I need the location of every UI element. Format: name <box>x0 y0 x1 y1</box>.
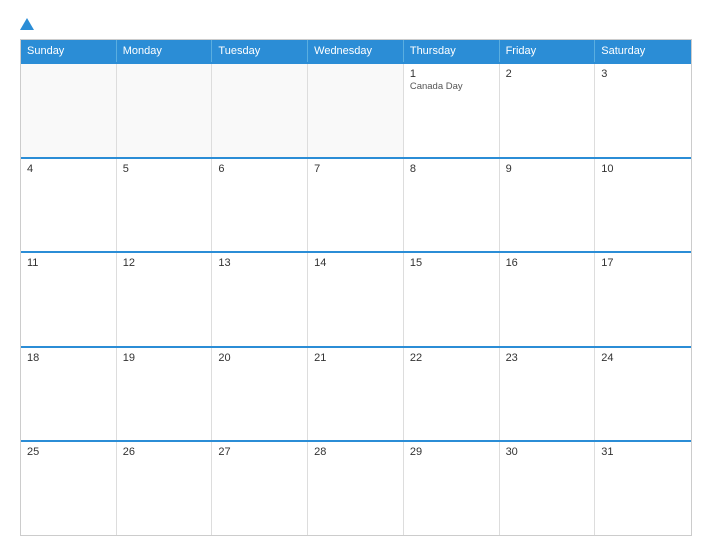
week-row-4: 18 19 20 21 22 23 24 <box>21 346 691 441</box>
cal-cell: 7 <box>308 159 404 252</box>
day-number: 15 <box>410 257 493 269</box>
cal-cell <box>117 64 213 157</box>
cal-cell: 18 <box>21 348 117 441</box>
day-number: 26 <box>123 446 206 458</box>
day-number: 29 <box>410 446 493 458</box>
cal-cell: 9 <box>500 159 596 252</box>
cal-cell: 8 <box>404 159 500 252</box>
cal-cell: 15 <box>404 253 500 346</box>
day-number: 23 <box>506 352 589 364</box>
week-row-5: 25 26 27 28 29 30 31 <box>21 440 691 535</box>
calendar-page: SundayMondayTuesdayWednesdayThursdayFrid… <box>0 0 712 550</box>
week-row-2: 4 56 7 8 9 10 <box>21 157 691 252</box>
holiday-label: Canada Day <box>410 81 493 92</box>
day-number: 19 <box>123 352 206 364</box>
day-number: 16 <box>506 257 589 269</box>
week-row-3: 11 12 13 14 15 16 17 <box>21 251 691 346</box>
header <box>20 18 692 31</box>
cal-cell: 21 <box>308 348 404 441</box>
day-number: 12 <box>123 257 206 269</box>
cal-cell: 27 <box>212 442 308 535</box>
cal-cell: 17 <box>595 253 691 346</box>
weekday-header-thursday: Thursday <box>404 40 500 62</box>
day-number: 3 <box>601 68 685 80</box>
day-number: 6 <box>218 163 301 175</box>
day-number: 4 <box>27 163 110 175</box>
cal-cell: 20 <box>212 348 308 441</box>
cal-cell: 13 <box>212 253 308 346</box>
cal-cell: 30 <box>500 442 596 535</box>
day-number: 18 <box>27 352 110 364</box>
cal-cell: 26 <box>117 442 213 535</box>
week-row-1: 1Canada Day 23 <box>21 62 691 157</box>
logo-blue-text <box>20 18 36 31</box>
cal-cell: 12 <box>117 253 213 346</box>
cal-cell: 6 <box>212 159 308 252</box>
day-number: 8 <box>410 163 493 175</box>
cal-cell: 16 <box>500 253 596 346</box>
day-number: 27 <box>218 446 301 458</box>
day-number: 25 <box>27 446 110 458</box>
weekday-header-friday: Friday <box>500 40 596 62</box>
cal-cell: 22 <box>404 348 500 441</box>
cal-cell: 1Canada Day <box>404 64 500 157</box>
cal-cell: 24 <box>595 348 691 441</box>
cal-cell <box>212 64 308 157</box>
day-number: 5 <box>123 163 206 175</box>
cal-cell: 2 <box>500 64 596 157</box>
day-number: 30 <box>506 446 589 458</box>
cal-cell: 14 <box>308 253 404 346</box>
day-number: 17 <box>601 257 685 269</box>
weekday-header-monday: Monday <box>117 40 213 62</box>
day-number: 28 <box>314 446 397 458</box>
cal-cell: 3 <box>595 64 691 157</box>
day-number: 24 <box>601 352 685 364</box>
cal-cell: 23 <box>500 348 596 441</box>
weekday-header-tuesday: Tuesday <box>212 40 308 62</box>
day-number: 1 <box>410 68 493 80</box>
cal-cell <box>21 64 117 157</box>
cal-cell: 10 <box>595 159 691 252</box>
weekday-header-wednesday: Wednesday <box>308 40 404 62</box>
cal-cell: 5 <box>117 159 213 252</box>
cal-cell: 11 <box>21 253 117 346</box>
weekday-header-row: SundayMondayTuesdayWednesdayThursdayFrid… <box>21 40 691 62</box>
day-number: 21 <box>314 352 397 364</box>
day-number: 7 <box>314 163 397 175</box>
cal-cell: 4 <box>21 159 117 252</box>
cal-cell: 19 <box>117 348 213 441</box>
cal-cell <box>308 64 404 157</box>
day-number: 10 <box>601 163 685 175</box>
day-number: 22 <box>410 352 493 364</box>
day-number: 20 <box>218 352 301 364</box>
weekday-header-sunday: Sunday <box>21 40 117 62</box>
day-number: 11 <box>27 257 110 269</box>
cal-cell: 28 <box>308 442 404 535</box>
cal-cell: 25 <box>21 442 117 535</box>
cal-cell: 31 <box>595 442 691 535</box>
day-number: 2 <box>506 68 589 80</box>
day-number: 14 <box>314 257 397 269</box>
day-number: 31 <box>601 446 685 458</box>
day-number: 13 <box>218 257 301 269</box>
day-number: 9 <box>506 163 589 175</box>
cal-cell: 29 <box>404 442 500 535</box>
calendar-grid: SundayMondayTuesdayWednesdayThursdayFrid… <box>20 39 692 536</box>
logo-triangle-icon <box>20 18 34 30</box>
logo <box>20 18 36 31</box>
weekday-header-saturday: Saturday <box>595 40 691 62</box>
